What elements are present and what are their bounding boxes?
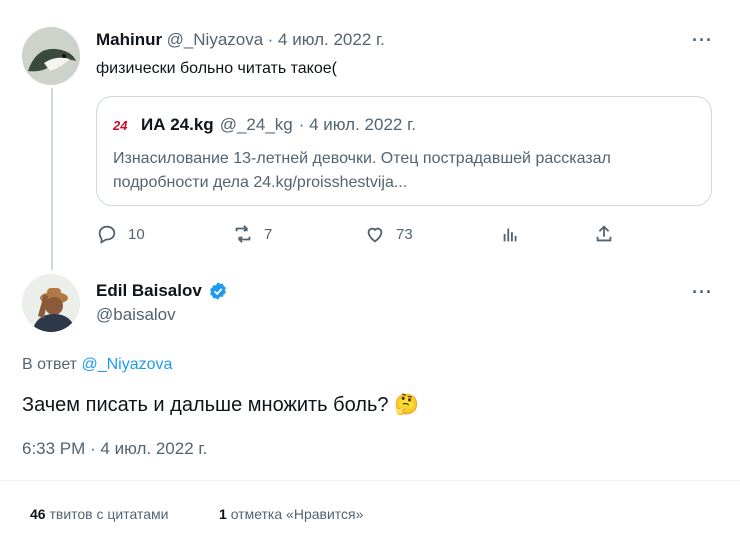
mahinur-avatar[interactable] [22, 27, 80, 85]
heart-icon [367, 227, 383, 243]
svg-text:24: 24 [113, 118, 128, 133]
reply-context: В ответ @_Niyazova [22, 356, 172, 374]
quoted-author-name: ИА 24.kg [141, 115, 214, 134]
avatar-image-icon [22, 274, 80, 332]
share-icon [596, 225, 612, 242]
main-tweet-body: Зачем писать и дальше множить боль? [22, 394, 389, 416]
quoted-text-line-1: Изнасилование 13-летней девочки. Отец по… [113, 150, 611, 167]
avatar-image-icon [22, 27, 80, 85]
quoted-tweet-text: Изнасилование 13-летней девочки. Отец по… [113, 147, 611, 195]
like-action[interactable]: 73 [364, 223, 413, 245]
quoted-tweet-card[interactable]: 24 ИА 24.kg @_24_kg · 4 июл. 2022 г. Изн… [96, 96, 712, 206]
parent-author-name[interactable]: Mahinur [96, 30, 162, 49]
parent-tweet-text: физически больно читать такое( [96, 60, 337, 77]
verified-badge-icon [209, 282, 226, 300]
reply-to-link[interactable]: @_Niyazova [81, 356, 172, 373]
main-more-button[interactable]: ··· [692, 282, 713, 303]
quote-tweets-stat[interactable]: 46 твитов с цитатами [30, 506, 168, 522]
likes-stat-count: 1 [219, 506, 227, 522]
edil-baisalov-avatar[interactable] [22, 274, 80, 332]
parent-author-handle[interactable]: @_Niyazova [167, 30, 264, 49]
analytics-icon [503, 228, 517, 242]
main-tweet-timestamp[interactable]: 6:33 PM · 4 июл. 2022 г. [22, 439, 207, 459]
views-action[interactable] [500, 223, 522, 245]
retweet-icon [235, 225, 251, 243]
retweet-count: 7 [264, 225, 273, 243]
main-tweet-header: Edil Baisalov [96, 281, 228, 301]
quoted-text-line-2: подробности дела 24.kg/proisshestvija... [113, 174, 408, 191]
parent-more-button[interactable]: ··· [692, 30, 713, 51]
reply-icon [98, 225, 116, 244]
reply-action[interactable]: 10 [96, 223, 145, 245]
stats-divider [0, 480, 740, 481]
24kg-logo-icon: 24 [113, 118, 128, 133]
share-action[interactable] [593, 223, 615, 245]
parent-tweet-header: Mahinur @_Niyazova · 4 июл. 2022 г. [96, 30, 385, 50]
main-author-name[interactable]: Edil Baisalov [96, 281, 202, 301]
likes-stat-label: отметка «Нравится» [230, 506, 364, 522]
quoted-author-handle: @_24_kg [219, 115, 293, 134]
thinking-face-emoji: 🤔 [394, 394, 419, 416]
main-author-handle[interactable]: @baisalov [96, 305, 176, 325]
main-tweet-text: Зачем писать и дальше множить боль? 🤔 [22, 392, 419, 417]
thread-connector [51, 88, 53, 270]
like-count: 73 [396, 225, 413, 243]
quote-count: 46 [30, 506, 46, 522]
quote-label: твитов с цитатами [49, 506, 169, 522]
retweet-action[interactable]: 7 [232, 223, 272, 245]
likes-stat[interactable]: 1 отметка «Нравится» [219, 506, 363, 522]
quoted-tweet-date: · 4 июл. 2022 г. [298, 115, 416, 134]
parent-tweet-date[interactable]: · 4 июл. 2022 г. [268, 30, 385, 49]
reply-prefix: В ответ [22, 356, 78, 373]
reply-count: 10 [128, 225, 145, 243]
quoted-tweet-header: 24 ИА 24.kg @_24_kg · 4 июл. 2022 г. [113, 115, 416, 135]
